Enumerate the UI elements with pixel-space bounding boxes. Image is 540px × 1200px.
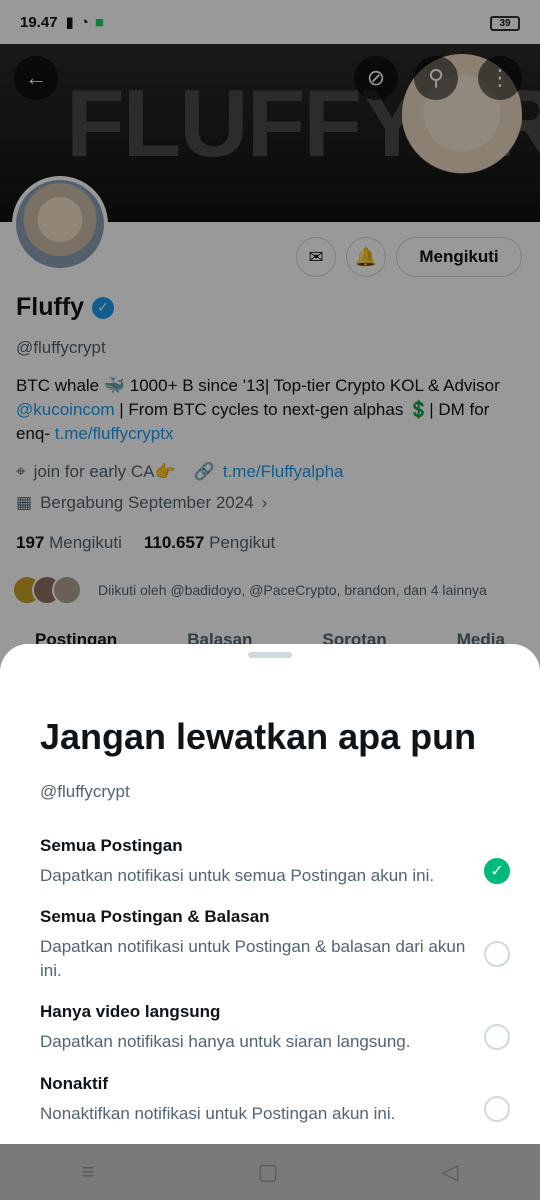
radio-icon[interactable]	[484, 1024, 510, 1050]
option-all-posts[interactable]: Semua Postingan Dapatkan notifikasi untu…	[40, 836, 510, 888]
option-desc: Dapatkan notifikasi untuk semua Postinga…	[40, 866, 435, 885]
sheet-title: Jangan lewatkan apa pun	[40, 716, 477, 757]
system-nav-bar: ≡ ▢ ◁	[0, 1144, 540, 1200]
home-icon[interactable]: ▢	[258, 1159, 279, 1185]
option-title: Hanya video langsung	[40, 1002, 221, 1021]
option-desc: Nonaktifkan notifikasi untuk Postingan a…	[40, 1104, 396, 1123]
back-icon[interactable]: ◁	[441, 1159, 458, 1185]
option-desc: Dapatkan notifikasi untuk Postingan & ba…	[40, 937, 466, 980]
option-posts-and-replies[interactable]: Semua Postingan & Balasan Dapatkan notif…	[40, 907, 510, 983]
option-off[interactable]: Nonaktif Nonaktifkan notifikasi untuk Po…	[40, 1074, 510, 1126]
option-title: Nonaktif	[40, 1074, 108, 1093]
radio-checked-icon[interactable]: ✓	[484, 858, 510, 884]
sheet-handle: @fluffycrypt	[40, 782, 130, 801]
option-desc: Dapatkan notifikasi hanya untuk siaran l…	[40, 1032, 411, 1051]
sheet-grabber[interactable]	[248, 652, 292, 658]
menu-icon[interactable]: ≡	[82, 1159, 95, 1185]
notification-settings-sheet: Jangan lewatkan apa pun @fluffycrypt Sem…	[0, 644, 540, 1144]
radio-icon[interactable]	[484, 1096, 510, 1122]
option-title: Semua Postingan	[40, 836, 183, 855]
option-live-video-only[interactable]: Hanya video langsung Dapatkan notifikasi…	[40, 1002, 510, 1054]
option-title: Semua Postingan & Balasan	[40, 907, 270, 926]
radio-icon[interactable]	[484, 941, 510, 967]
